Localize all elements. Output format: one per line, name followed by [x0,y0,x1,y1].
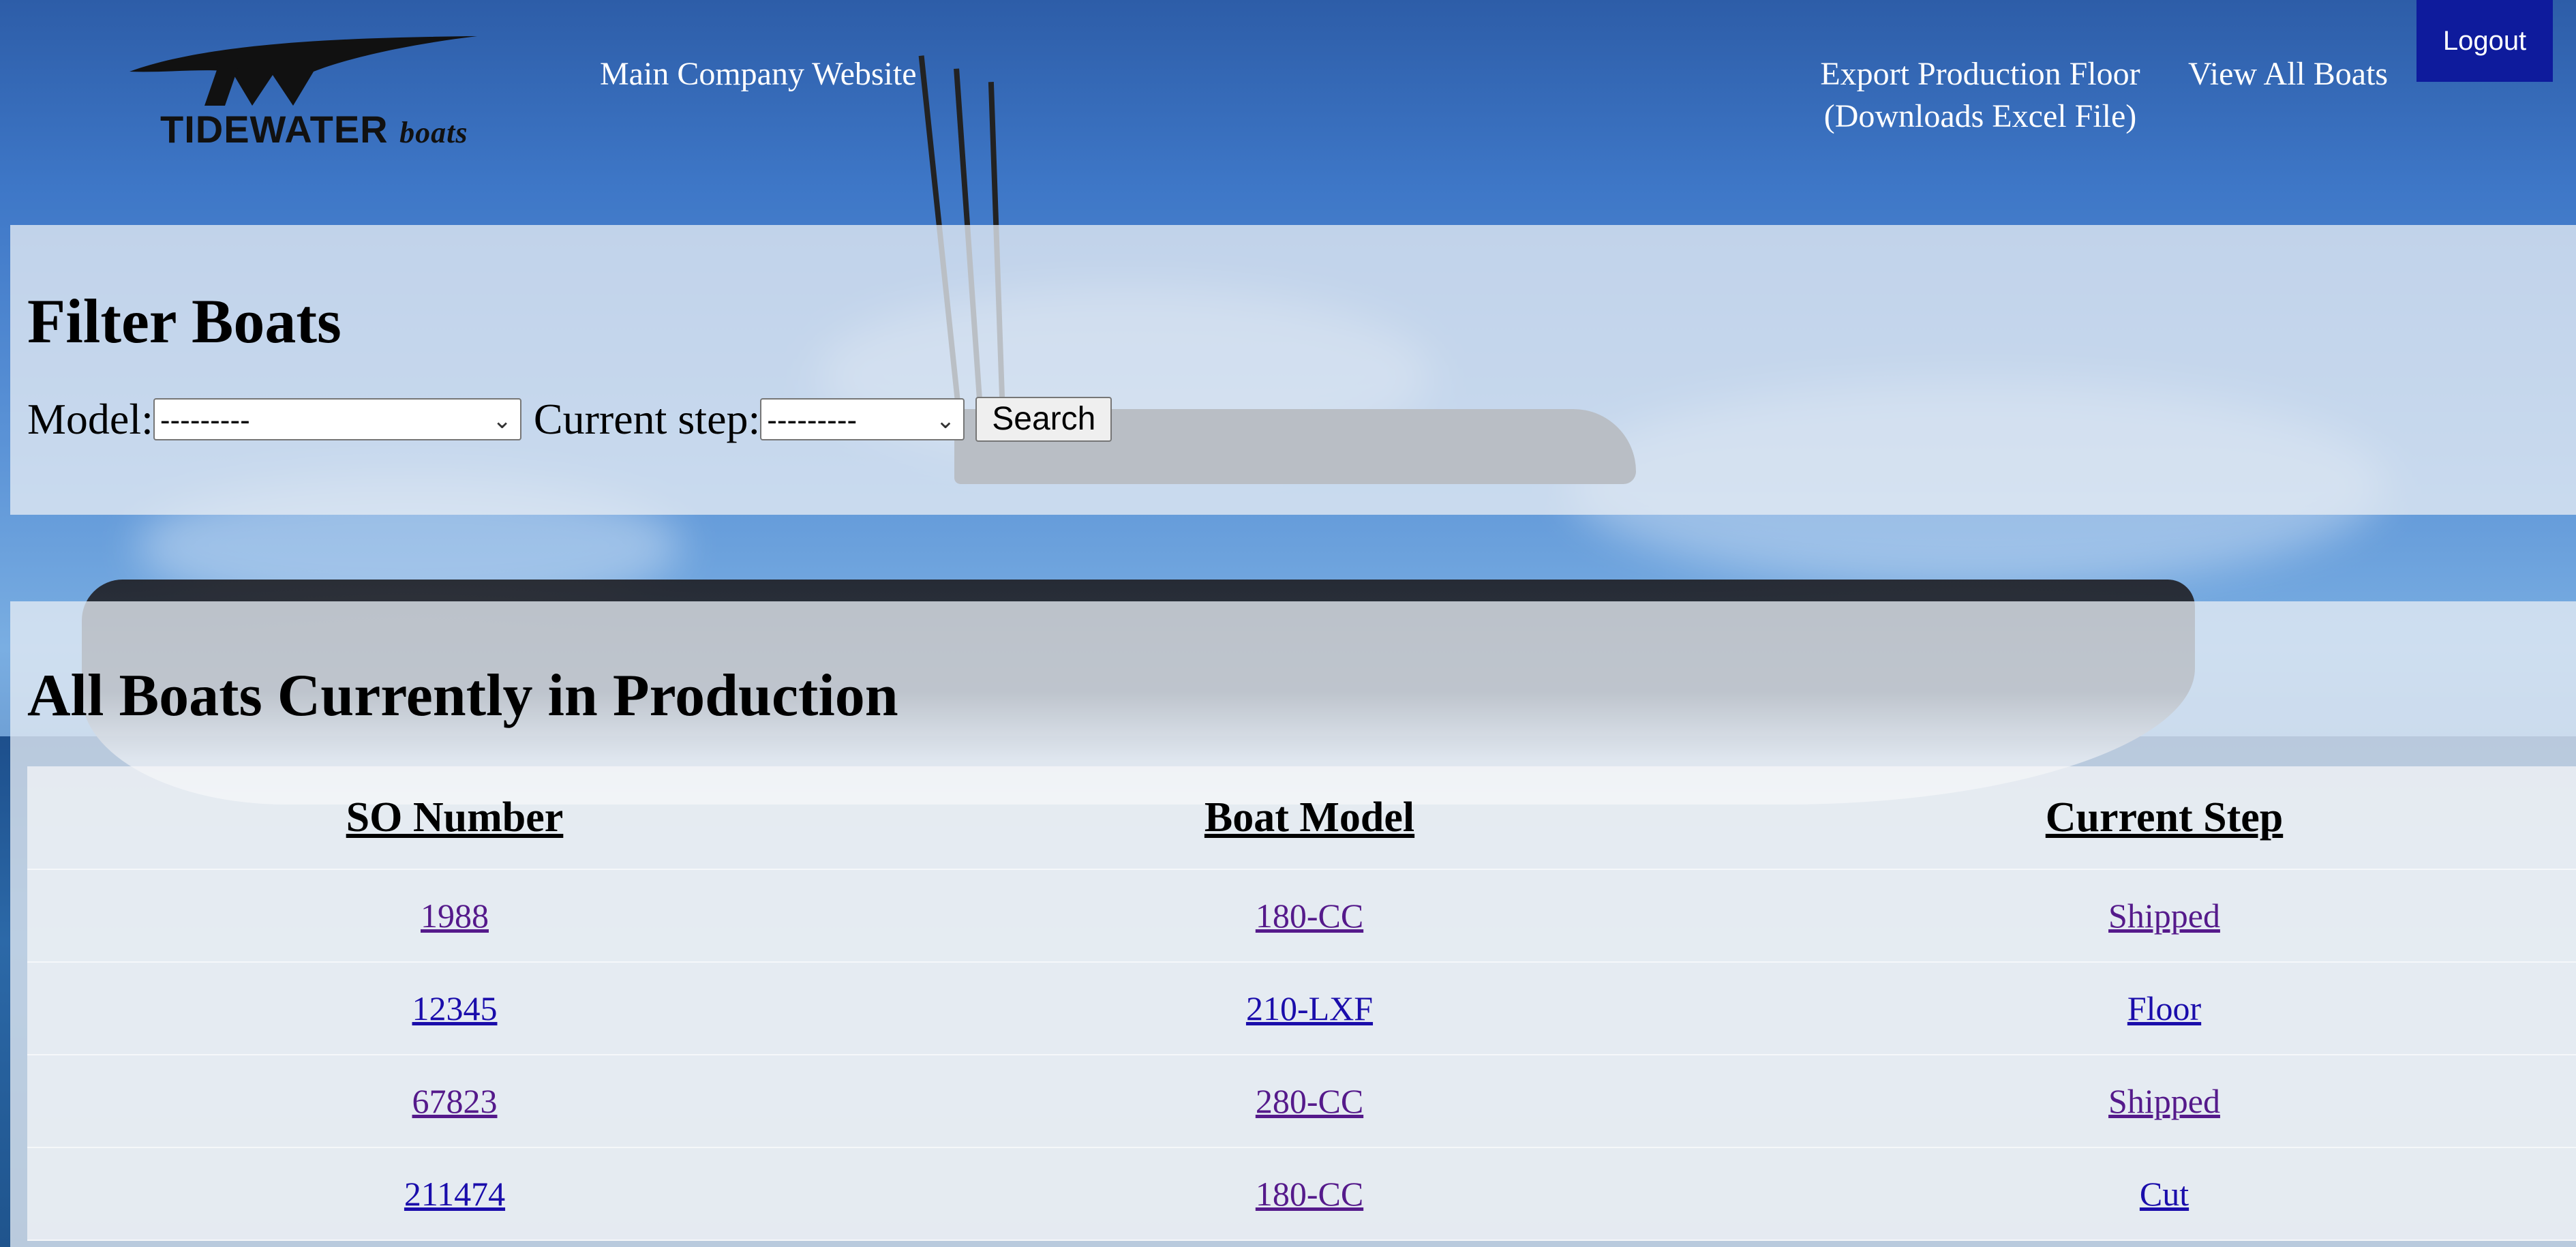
table-row: 211474 180-CC Cut [27,1148,2576,1241]
top-navigation: TIDEWATER boats Main Company Website Exp… [0,0,2576,225]
production-table: SO Number Boat Model Current Step 1988 1… [27,766,2576,1241]
current-step-label: Current step: [533,395,761,443]
table-row: 67823 280-CC Shipped [27,1055,2576,1148]
production-panel: All Boats Currently in Production SO Num… [10,601,2576,1247]
table-row: 12345 210-LXF Floor [27,963,2576,1055]
filter-form: Model: --------- ⌄ Current step: -------… [27,394,1112,445]
boat-model-link[interactable]: 180-CC [1256,1175,1363,1213]
tidewater-logo[interactable]: TIDEWATER boats [123,31,491,153]
boat-model-link[interactable]: 180-CC [1256,897,1363,935]
boat-model-link[interactable]: 210-LXF [1246,989,1373,1027]
export-link-line2: (Downloads Excel File) [1823,98,2137,134]
export-production-floor-link[interactable]: Export Production Floor (Downloads Excel… [1810,53,2151,138]
chevron-down-icon: ⌄ [492,408,512,434]
column-header-so-number: SO Number [346,794,564,841]
chevron-down-icon: ⌄ [935,408,956,434]
filter-panel: Filter Boats Model: --------- ⌄ Current … [10,225,2576,515]
so-number-link[interactable]: 12345 [412,989,498,1027]
logout-button[interactable]: Logout [2416,0,2553,82]
main-company-website-link[interactable]: Main Company Website [600,53,917,95]
production-title: All Boats Currently in Production [27,663,898,729]
so-number-link[interactable]: 67823 [412,1082,498,1120]
current-step-link[interactable]: Shipped [2108,1082,2220,1120]
export-link-line1: Export Production Floor [1820,56,2140,92]
logo-text: TIDEWATER [160,108,389,151]
model-select[interactable]: --------- ⌄ [153,398,521,440]
model-label: Model: [27,395,153,443]
table-row: 1988 180-CC Shipped [27,870,2576,963]
view-all-boats-link[interactable]: View All Boats [2188,53,2388,95]
current-step-link[interactable]: Cut [2140,1175,2189,1213]
search-button[interactable]: Search [975,397,1112,442]
logo-subtext: boats [399,116,468,149]
boat-model-link[interactable]: 280-CC [1256,1082,1363,1120]
current-step-link[interactable]: Floor [2127,989,2201,1027]
table-header-row: SO Number Boat Model Current Step [27,766,2576,870]
column-header-current-step: Current Step [2045,794,2284,841]
current-step-select[interactable]: --------- ⌄ [760,398,965,440]
current-step-link[interactable]: Shipped [2108,897,2220,935]
so-number-link[interactable]: 1988 [421,897,489,935]
model-select-value: --------- [160,404,250,437]
filter-title: Filter Boats [27,286,342,356]
current-step-select-value: --------- [767,404,858,437]
column-header-boat-model: Boat Model [1204,794,1415,841]
so-number-link[interactable]: 211474 [404,1175,505,1213]
